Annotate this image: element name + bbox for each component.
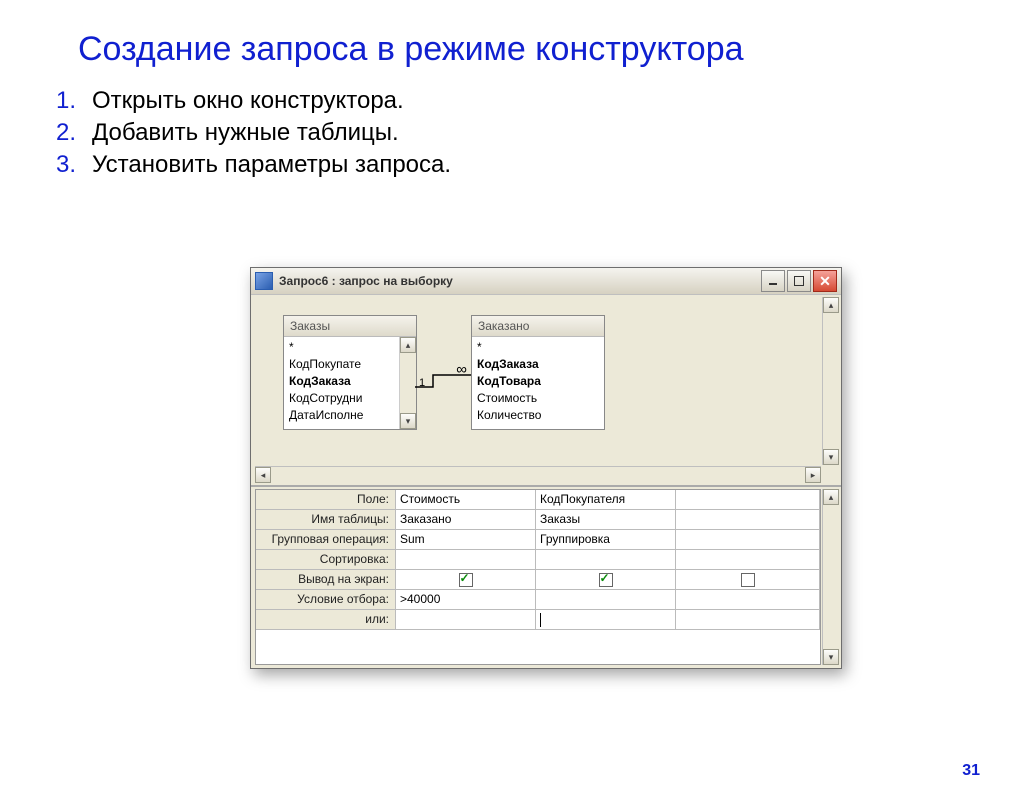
grid-row-label: Групповая операция:: [256, 530, 396, 550]
field-item[interactable]: Количество: [474, 407, 602, 424]
field-item[interactable]: *: [474, 339, 602, 356]
field-list[interactable]: * КодЗаказа КодТовара Стоимость Количест…: [472, 337, 604, 426]
scroll-down-icon[interactable]: ▾: [823, 649, 839, 665]
diagram-pane: Заказы * КодПокупате КодЗаказа КодСотруд…: [251, 295, 841, 487]
field-item[interactable]: КодПокупате: [286, 356, 414, 373]
grid-cell[interactable]: Стоимость: [396, 490, 536, 510]
access-query-window: Запрос6 : запрос на выборку ✕ Заказы * К…: [250, 267, 842, 669]
checkbox-icon[interactable]: [459, 573, 473, 587]
grid-cell[interactable]: [536, 550, 676, 570]
horizontal-scrollbar[interactable]: ◂ ▸: [255, 466, 821, 483]
field-item[interactable]: КодТовара: [474, 373, 602, 390]
field-item[interactable]: КодЗаказа: [474, 356, 602, 373]
scroll-down-icon[interactable]: ▾: [400, 413, 416, 429]
grid-cell[interactable]: [676, 610, 820, 630]
step-item: Открыть окно конструктора.: [56, 87, 1024, 115]
field-item[interactable]: ДатаИсполне: [286, 407, 414, 424]
grid-row-label: Условие отбора:: [256, 590, 396, 610]
vertical-scrollbar[interactable]: ▴ ▾: [822, 489, 839, 665]
grid-row-label: Поле:: [256, 490, 396, 510]
grid-cell[interactable]: [536, 590, 676, 610]
page-number: 31: [962, 762, 980, 780]
grid-cell[interactable]: [536, 570, 676, 590]
field-item[interactable]: КодЗаказа: [286, 373, 414, 390]
titlebar[interactable]: Запрос6 : запрос на выборку ✕: [251, 268, 841, 295]
grid-cell[interactable]: [676, 550, 820, 570]
app-icon: [255, 272, 273, 290]
grid-cell[interactable]: [676, 490, 820, 510]
grid-cell[interactable]: Группировка: [536, 530, 676, 550]
field-list[interactable]: * КодПокупате КодЗаказа КодСотрудни Дата…: [284, 337, 416, 426]
grid-cell[interactable]: Заказано: [396, 510, 536, 530]
scroll-up-icon[interactable]: ▴: [823, 489, 839, 505]
grid-cell[interactable]: [676, 510, 820, 530]
table-box-zakazy[interactable]: Заказы * КодПокупате КодЗаказа КодСотруд…: [283, 315, 417, 430]
grid-cell[interactable]: [676, 590, 820, 610]
scroll-down-icon[interactable]: ▾: [823, 449, 839, 465]
scroll-up-icon[interactable]: ▴: [823, 297, 839, 313]
minimize-button[interactable]: [761, 270, 785, 292]
grid-cell[interactable]: [396, 610, 536, 630]
grid-row-label: Имя таблицы:: [256, 510, 396, 530]
field-item[interactable]: *: [286, 339, 414, 356]
grid-cell[interactable]: Заказы: [536, 510, 676, 530]
text-cursor-icon: [540, 613, 541, 627]
scroll-up-icon[interactable]: ▴: [400, 337, 416, 353]
list-scrollbar[interactable]: ▴ ▾: [399, 337, 416, 429]
steps-list: Открыть окно конструктора. Добавить нужн…: [56, 87, 1024, 179]
vertical-scrollbar[interactable]: ▴ ▾: [822, 297, 839, 465]
grid-row-label: или:: [256, 610, 396, 630]
checkbox-icon[interactable]: [741, 573, 755, 587]
table-header: Заказано: [472, 316, 604, 337]
grid-cell[interactable]: [396, 570, 536, 590]
grid-cell[interactable]: Sum: [396, 530, 536, 550]
window-title: Запрос6 : запрос на выборку: [279, 274, 759, 288]
field-item[interactable]: КодСотрудни: [286, 390, 414, 407]
grid-cell[interactable]: [676, 570, 820, 590]
qbe-grid-pane: Поле: Стоимость КодПокупателя Имя таблиц…: [251, 487, 841, 667]
checkbox-icon[interactable]: [599, 573, 613, 587]
table-header: Заказы: [284, 316, 416, 337]
grid-cell[interactable]: >40000: [396, 590, 536, 610]
grid-cell[interactable]: КодПокупателя: [536, 490, 676, 510]
relation-many-label: ∞: [456, 361, 467, 378]
relationship-line[interactable]: 1 ∞: [415, 367, 471, 397]
grid-cell[interactable]: [536, 610, 676, 630]
grid-cell[interactable]: [676, 530, 820, 550]
step-item: Добавить нужные таблицы.: [56, 119, 1024, 147]
step-item: Установить параметры запроса.: [56, 151, 1024, 179]
slide-title: Создание запроса в режиме конструктора: [78, 30, 1024, 69]
grid-cell[interactable]: [396, 550, 536, 570]
field-item[interactable]: Стоимость: [474, 390, 602, 407]
maximize-button[interactable]: [787, 270, 811, 292]
grid-row-label: Сортировка:: [256, 550, 396, 570]
table-box-zakazano[interactable]: Заказано * КодЗаказа КодТовара Стоимость…: [471, 315, 605, 430]
close-button[interactable]: ✕: [813, 270, 837, 292]
relation-one-label: 1: [419, 377, 425, 389]
qbe-grid[interactable]: Поле: Стоимость КодПокупателя Имя таблиц…: [255, 489, 821, 665]
grid-row-label: Вывод на экран:: [256, 570, 396, 590]
scroll-right-icon[interactable]: ▸: [805, 467, 821, 483]
scroll-left-icon[interactable]: ◂: [255, 467, 271, 483]
